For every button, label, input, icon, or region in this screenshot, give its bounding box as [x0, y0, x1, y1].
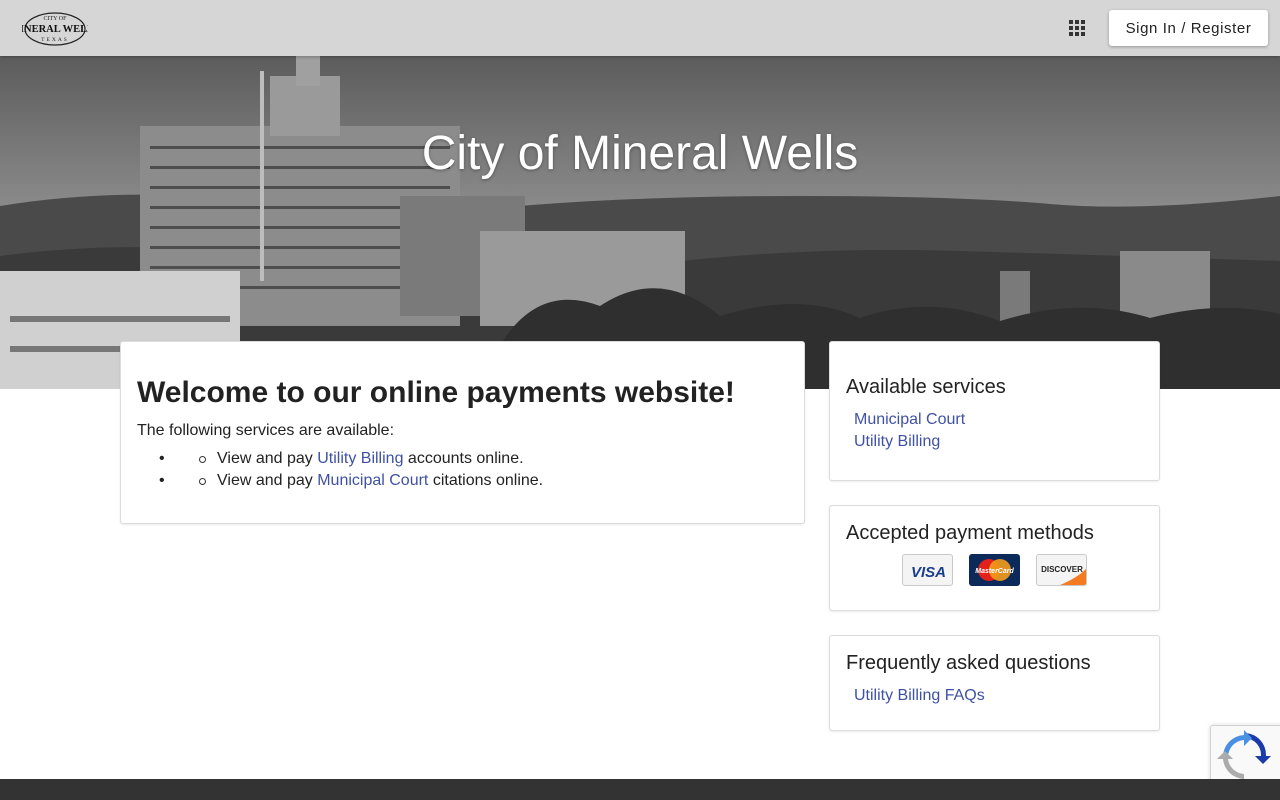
hero-city-photo: [0, 56, 1280, 389]
list-item: View and pay Municipal Court citations o…: [137, 470, 788, 492]
page-footer: [0, 779, 1280, 800]
logo-line1: CITY OF: [44, 16, 68, 22]
welcome-intro: The following services are available:: [137, 422, 395, 439]
welcome-heading: Welcome to our online payments website!: [137, 376, 735, 409]
recaptcha-badge[interactable]: [1210, 725, 1280, 787]
list-item-prefix: View and pay: [217, 472, 318, 489]
visa-card-icon: VISA: [902, 554, 953, 586]
svg-text:DISCOVER: DISCOVER: [1041, 565, 1083, 574]
service-link-utility-billing[interactable]: Utility Billing: [846, 431, 1143, 453]
hero-title: City of Mineral Wells: [421, 127, 859, 180]
service-link-municipal-court[interactable]: Municipal Court: [846, 409, 1143, 431]
discover-card-icon: DISCOVER: [1036, 554, 1087, 586]
utility-billing-link[interactable]: Utility Billing: [317, 450, 403, 467]
available-services-heading: Available services: [846, 376, 1006, 398]
faq-heading: Frequently asked questions: [846, 652, 1091, 674]
top-nav-bar: CITY OF MINERAL WELLS TEXAS Sign In / Re…: [0, 0, 1280, 56]
svg-text:MasterCard: MasterCard: [975, 568, 1014, 575]
apps-grid-icon[interactable]: [1066, 17, 1088, 39]
logo-line3: TEXAS: [41, 37, 69, 43]
utility-billing-faqs-link[interactable]: Utility Billing FAQs: [846, 685, 1143, 707]
available-services-card: Available services Municipal Court Utili…: [829, 341, 1160, 481]
list-item-prefix: View and pay: [217, 450, 318, 467]
faq-card: Frequently asked questions Utility Billi…: [829, 635, 1160, 731]
payment-methods-card: Accepted payment methods VISA MasterCard…: [829, 505, 1160, 611]
hero-banner: City of Mineral Wells: [0, 56, 1280, 389]
list-item: View and pay Utility Billing accounts on…: [137, 448, 788, 470]
sign-in-register-button[interactable]: Sign In / Register: [1109, 10, 1268, 46]
city-logo[interactable]: CITY OF MINERAL WELLS TEXAS: [10, 10, 100, 48]
mastercard-icon: MasterCard: [969, 554, 1020, 586]
municipal-court-link[interactable]: Municipal Court: [317, 472, 428, 489]
payment-icons: VISA MasterCard DISCOVER: [902, 554, 1092, 586]
welcome-card: Welcome to our online payments website! …: [120, 341, 805, 524]
list-item-suffix: citations online.: [428, 472, 544, 489]
services-list: View and pay Utility Billing accounts on…: [137, 448, 788, 492]
svg-text:VISA: VISA: [911, 564, 946, 581]
logo-line2: MINERAL WELLS: [22, 24, 88, 35]
payment-methods-heading: Accepted payment methods: [846, 522, 1094, 544]
list-item-suffix: accounts online.: [403, 450, 524, 467]
